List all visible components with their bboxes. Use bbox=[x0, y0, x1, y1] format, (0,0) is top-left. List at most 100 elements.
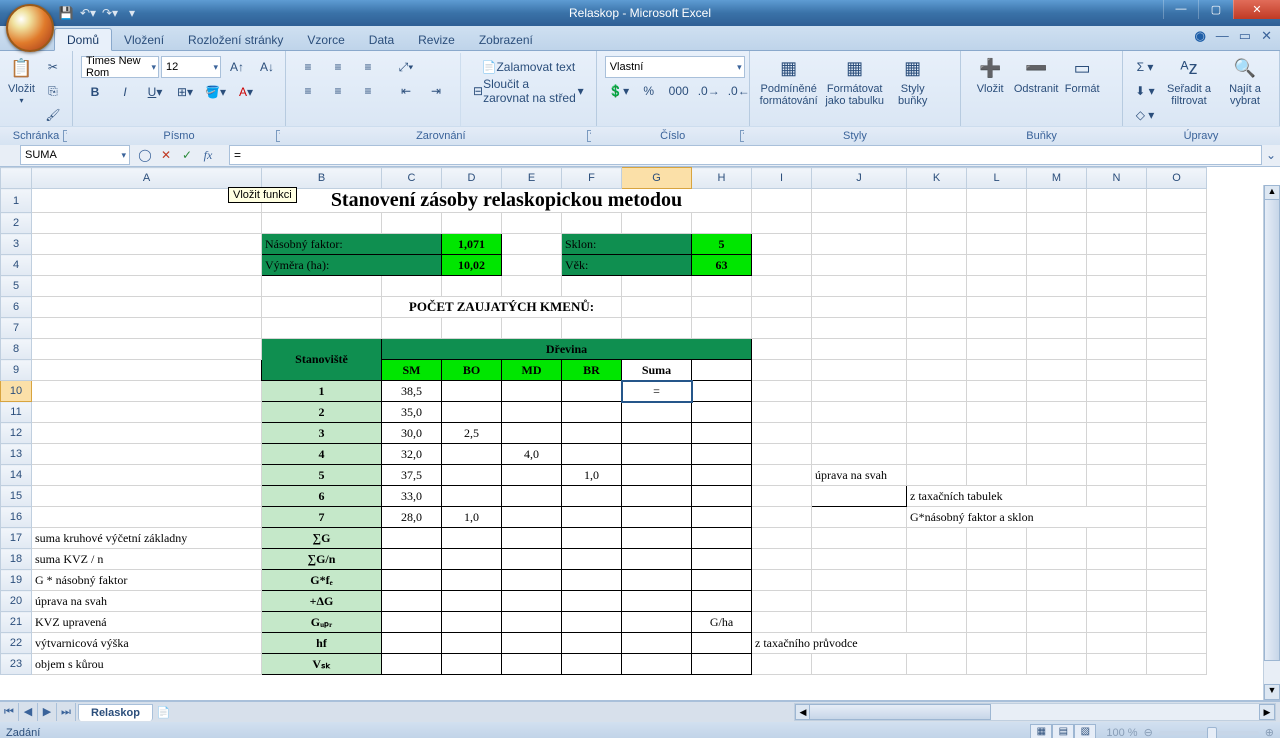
cell-B14[interactable]: 5 bbox=[262, 465, 382, 486]
cell-M13[interactable] bbox=[1027, 444, 1087, 465]
view-normal-button[interactable]: ▦ bbox=[1030, 724, 1052, 738]
find-select-button[interactable]: 🔍Najít a vybrat bbox=[1217, 53, 1273, 129]
cell-L3[interactable] bbox=[967, 234, 1027, 255]
cell-I16[interactable] bbox=[752, 507, 812, 528]
cell-F11[interactable] bbox=[562, 402, 622, 423]
cell-G16[interactable] bbox=[622, 507, 692, 528]
cell-I6[interactable] bbox=[752, 297, 812, 318]
cell-L22[interactable] bbox=[967, 633, 1027, 654]
cell-D17[interactable] bbox=[442, 528, 502, 549]
cell-N13[interactable] bbox=[1087, 444, 1147, 465]
cell-C9[interactable]: SM bbox=[382, 360, 442, 381]
cell-G12[interactable] bbox=[622, 423, 692, 444]
align-left-button[interactable]: ≡ bbox=[294, 80, 322, 102]
zoom-out-button[interactable]: ⊖ bbox=[1144, 726, 1153, 738]
cell-G6[interactable] bbox=[622, 297, 692, 318]
new-sheet-icon[interactable]: 📄 bbox=[157, 706, 171, 719]
cell-J13[interactable] bbox=[812, 444, 907, 465]
cell-H16[interactable] bbox=[692, 507, 752, 528]
cell-N6[interactable] bbox=[1087, 297, 1147, 318]
cell-F20[interactable] bbox=[562, 591, 622, 612]
cell-G22[interactable] bbox=[622, 633, 692, 654]
cell-E12[interactable] bbox=[502, 423, 562, 444]
cell-D15[interactable] bbox=[442, 486, 502, 507]
cell-J11[interactable] bbox=[812, 402, 907, 423]
cell-A2[interactable] bbox=[32, 213, 262, 234]
cell-G17[interactable] bbox=[622, 528, 692, 549]
cell-A21[interactable]: KVZ upravená bbox=[32, 612, 262, 633]
cell-I8[interactable] bbox=[752, 339, 812, 360]
cell-K4[interactable] bbox=[907, 255, 967, 276]
cell-K6[interactable] bbox=[907, 297, 967, 318]
cell-E20[interactable] bbox=[502, 591, 562, 612]
shrink-font-button[interactable]: A↓ bbox=[253, 56, 281, 78]
cell-I18[interactable] bbox=[752, 549, 812, 570]
row-header-15[interactable]: 15 bbox=[1, 486, 32, 507]
help-icon[interactable]: ◉ bbox=[1194, 28, 1205, 44]
fx-icon[interactable]: fx bbox=[199, 148, 217, 163]
cell-F17[interactable] bbox=[562, 528, 622, 549]
save-icon[interactable]: 💾 bbox=[58, 5, 74, 21]
cell-J1[interactable] bbox=[812, 189, 907, 213]
cell-F16[interactable] bbox=[562, 507, 622, 528]
cell-O12[interactable] bbox=[1147, 423, 1207, 444]
cell-C8[interactable]: Dřevina bbox=[382, 339, 752, 360]
cell-E10[interactable] bbox=[502, 381, 562, 402]
cell-J3[interactable] bbox=[812, 234, 907, 255]
cell-O10[interactable] bbox=[1147, 381, 1207, 402]
cell-F9[interactable]: BR bbox=[562, 360, 622, 381]
fill-color-button[interactable]: 🪣▾ bbox=[201, 81, 230, 103]
cell-H22[interactable] bbox=[692, 633, 752, 654]
cell-F3[interactable]: Sklon: bbox=[562, 234, 692, 255]
horizontal-scrollbar[interactable]: ◀ ▶ bbox=[794, 703, 1276, 721]
cell-B10[interactable]: 1 bbox=[262, 381, 382, 402]
cell-L4[interactable] bbox=[967, 255, 1027, 276]
cell-D13[interactable] bbox=[442, 444, 502, 465]
cell-M14[interactable] bbox=[1027, 465, 1087, 486]
col-header-K[interactable]: K bbox=[907, 168, 967, 189]
cell-J4[interactable] bbox=[812, 255, 907, 276]
col-header-C[interactable]: C bbox=[382, 168, 442, 189]
cell-K3[interactable] bbox=[907, 234, 967, 255]
align-bottom-button[interactable]: ≡ bbox=[354, 56, 382, 78]
row-header-9[interactable]: 9 bbox=[1, 360, 32, 381]
increase-decimal-button[interactable]: .0→ bbox=[695, 80, 723, 102]
row-header-14[interactable]: 14 bbox=[1, 465, 32, 486]
row-header-6[interactable]: 6 bbox=[1, 297, 32, 318]
cell-E4[interactable] bbox=[502, 255, 562, 276]
number-format-combo[interactable]: Vlastní bbox=[605, 56, 745, 78]
format-cells-button[interactable]: ▭Formát bbox=[1059, 53, 1105, 128]
cell-J12[interactable] bbox=[812, 423, 907, 444]
conditional-formatting-button[interactable]: ▦Podmíněné formátování bbox=[756, 53, 822, 128]
cell-J10[interactable] bbox=[812, 381, 907, 402]
cell-E2[interactable] bbox=[502, 213, 562, 234]
cell-G20[interactable] bbox=[622, 591, 692, 612]
cell-N15[interactable] bbox=[1087, 486, 1147, 507]
row-header-1[interactable]: 1 bbox=[1, 189, 32, 213]
cell-M23[interactable] bbox=[1027, 654, 1087, 675]
formula-expand-icon[interactable]: ⌄ bbox=[1262, 148, 1280, 162]
cell-F7[interactable] bbox=[562, 318, 622, 339]
row-header-5[interactable]: 5 bbox=[1, 276, 32, 297]
undo-icon[interactable]: ↶▾ bbox=[80, 5, 96, 21]
cell-N1[interactable] bbox=[1087, 189, 1147, 213]
grow-font-button[interactable]: A↑ bbox=[223, 56, 251, 78]
cell-F4[interactable]: Věk: bbox=[562, 255, 692, 276]
cell-E11[interactable] bbox=[502, 402, 562, 423]
cell-J8[interactable] bbox=[812, 339, 907, 360]
cell-I7[interactable] bbox=[752, 318, 812, 339]
cell-L19[interactable] bbox=[967, 570, 1027, 591]
cell-L2[interactable] bbox=[967, 213, 1027, 234]
hscroll-thumb[interactable] bbox=[809, 704, 991, 720]
cell-I12[interactable] bbox=[752, 423, 812, 444]
cell-H12[interactable] bbox=[692, 423, 752, 444]
select-all-corner[interactable] bbox=[1, 168, 32, 189]
office-button[interactable] bbox=[6, 4, 54, 52]
cell-B7[interactable] bbox=[262, 318, 382, 339]
cell-G5[interactable] bbox=[622, 276, 692, 297]
cell-C7[interactable] bbox=[382, 318, 442, 339]
cell-I22[interactable]: z taxačního průvodce bbox=[752, 633, 967, 654]
cell-O6[interactable] bbox=[1147, 297, 1207, 318]
cell-J7[interactable] bbox=[812, 318, 907, 339]
cell-F19[interactable] bbox=[562, 570, 622, 591]
